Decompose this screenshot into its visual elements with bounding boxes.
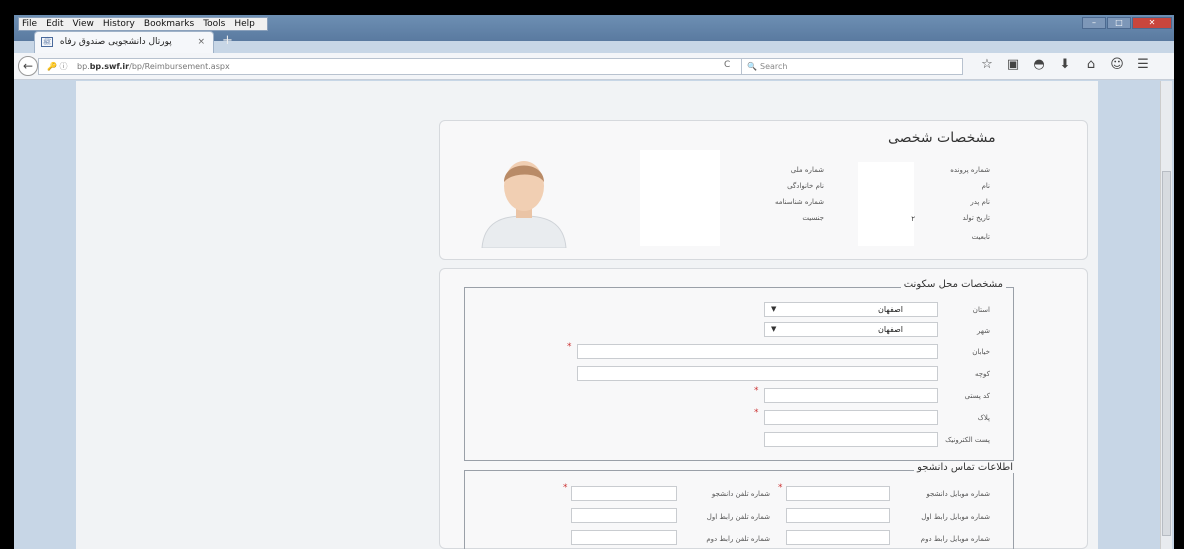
menu-bar: File Edit View History Bookmarks Tools H… <box>18 17 268 31</box>
city-select[interactable]: ▼ اصفهان <box>764 322 938 337</box>
label-father-name: نام پدر <box>970 198 990 206</box>
label-id-number: شماره شناسنامه <box>774 198 824 206</box>
email-input[interactable] <box>764 432 938 447</box>
vertical-scrollbar[interactable] <box>1160 81 1172 549</box>
residence-legend: مشخصات محل سکونت <box>900 279 1006 290</box>
menu-tools[interactable]: Tools <box>203 18 225 30</box>
user-avatar-icon <box>481 161 567 248</box>
tab-portal[interactable]: ﷺ پورتال دانشجویی صندوق رفاه × <box>34 31 214 53</box>
search-icon: 🔍 <box>747 62 757 71</box>
required-mark: * <box>563 483 568 493</box>
minimize-button[interactable]: – <box>1082 17 1106 29</box>
stray-digit: ۲ <box>911 215 915 223</box>
required-mark: * <box>754 386 759 396</box>
back-button[interactable]: ← <box>18 56 38 76</box>
reload-icon[interactable]: C <box>724 60 730 70</box>
reading-list-icon[interactable]: ▣ <box>1000 57 1026 72</box>
label-gender: جنسیت <box>802 214 824 222</box>
student-mobile-input[interactable] <box>786 486 890 501</box>
label-street: خیابان <box>972 348 990 356</box>
label-national-id: شماره ملی <box>790 166 824 174</box>
phone-rel2-input[interactable] <box>571 530 677 545</box>
label-alley: کوچه <box>974 370 990 378</box>
label-nationality: تابعیت <box>971 233 990 241</box>
street-input[interactable] <box>577 344 938 359</box>
menu-view[interactable]: View <box>73 18 94 30</box>
maximize-button[interactable]: □ <box>1107 17 1131 29</box>
label-first-name: نام <box>981 182 990 190</box>
label-file-number: شماره پرونده <box>950 166 990 174</box>
label-mobile-rel1: شماره موبایل رابط اول <box>921 513 990 521</box>
hello-icon[interactable]: ☺ <box>1104 57 1130 72</box>
menu-hamburger-icon[interactable]: ☰ <box>1130 57 1156 72</box>
plate-input[interactable] <box>764 410 938 425</box>
chevron-down-icon: ▼ <box>771 325 777 333</box>
required-mark: * <box>778 483 783 493</box>
alley-input[interactable] <box>577 366 938 381</box>
contact-legend: اطلاعات تماس دانشجو <box>914 462 1016 473</box>
search-placeholder: Search <box>760 62 788 71</box>
personal-info-title: مشخصات شخصی <box>888 130 996 146</box>
url-path: /bp/Reimbursement.aspx <box>129 62 230 71</box>
label-phone-rel2: شماره تلفن رابط دوم <box>706 535 770 543</box>
label-plate: پلاک <box>977 414 990 422</box>
scrollbar-thumb[interactable] <box>1162 171 1171 536</box>
label-student-phone: شماره تلفن دانشجو <box>711 490 770 498</box>
city-value: اصفهان <box>877 325 903 334</box>
label-last-name: نام خانوادگی <box>787 182 824 190</box>
home-icon[interactable]: ⌂ <box>1078 57 1104 72</box>
photo-box <box>640 150 720 246</box>
required-mark: * <box>754 408 759 418</box>
student-phone-input[interactable] <box>571 486 677 501</box>
label-student-mobile: شماره موبایل دانشجو <box>926 490 990 498</box>
url-bar[interactable]: 🔑 ⓘ bp.bp.swf.ir/bp/Reimbursement.aspx <box>38 58 742 75</box>
required-mark: * <box>567 342 572 352</box>
province-select[interactable]: ▼ اصفهان <box>764 302 938 317</box>
chevron-down-icon: ▼ <box>771 305 777 313</box>
label-phone-rel1: شماره تلفن رابط اول <box>706 513 770 521</box>
label-birth-date: تاریخ تولد <box>962 214 990 222</box>
postal-code-input[interactable] <box>764 388 938 403</box>
site-identity-icon[interactable]: 🔑 ⓘ <box>47 59 68 74</box>
tab-close-icon[interactable]: × <box>197 32 205 52</box>
new-tab-button[interactable]: + <box>222 33 233 48</box>
mobile-rel1-input[interactable] <box>786 508 890 523</box>
window-controls: – □ ✕ <box>1081 17 1172 29</box>
phone-rel1-input[interactable] <box>571 508 677 523</box>
menu-bookmarks[interactable]: Bookmarks <box>144 18 194 30</box>
url-host: bp.swf.ir <box>89 62 130 71</box>
download-icon[interactable]: ⬇ <box>1052 57 1078 72</box>
window-close-button[interactable]: ✕ <box>1132 17 1172 29</box>
bookmark-star-icon[interactable]: ☆ <box>974 57 1000 72</box>
label-mobile-rel2: شماره موبایل رابط دوم <box>920 535 990 543</box>
masked-values-box <box>858 162 914 246</box>
label-email: پست الکترونیک <box>945 436 990 444</box>
pocket-icon[interactable]: ◓ <box>1026 57 1052 72</box>
menu-help[interactable]: Help <box>234 18 255 30</box>
toolbar-icons: ☆ ▣ ◓ ⬇ ⌂ ☺ ☰ <box>974 57 1156 72</box>
label-postal-code: کد پستی <box>964 392 990 400</box>
url-prefix: bp. <box>77 62 90 71</box>
province-value: اصفهان <box>877 305 903 314</box>
site-favicon-icon: ﷺ <box>41 36 53 47</box>
tab-title: پورتال دانشجویی صندوق رفاه <box>59 37 172 47</box>
search-box[interactable]: 🔍 Search <box>741 58 963 75</box>
menu-file[interactable]: File <box>22 18 37 30</box>
mobile-rel2-input[interactable] <box>786 530 890 545</box>
menu-history[interactable]: History <box>103 18 135 30</box>
menu-edit[interactable]: Edit <box>46 18 63 30</box>
label-province: استان <box>972 306 990 314</box>
nav-toolbar: ← 🔑 ⓘ bp.bp.swf.ir/bp/Reimbursement.aspx… <box>14 53 1174 80</box>
label-city: شهر <box>977 327 990 335</box>
